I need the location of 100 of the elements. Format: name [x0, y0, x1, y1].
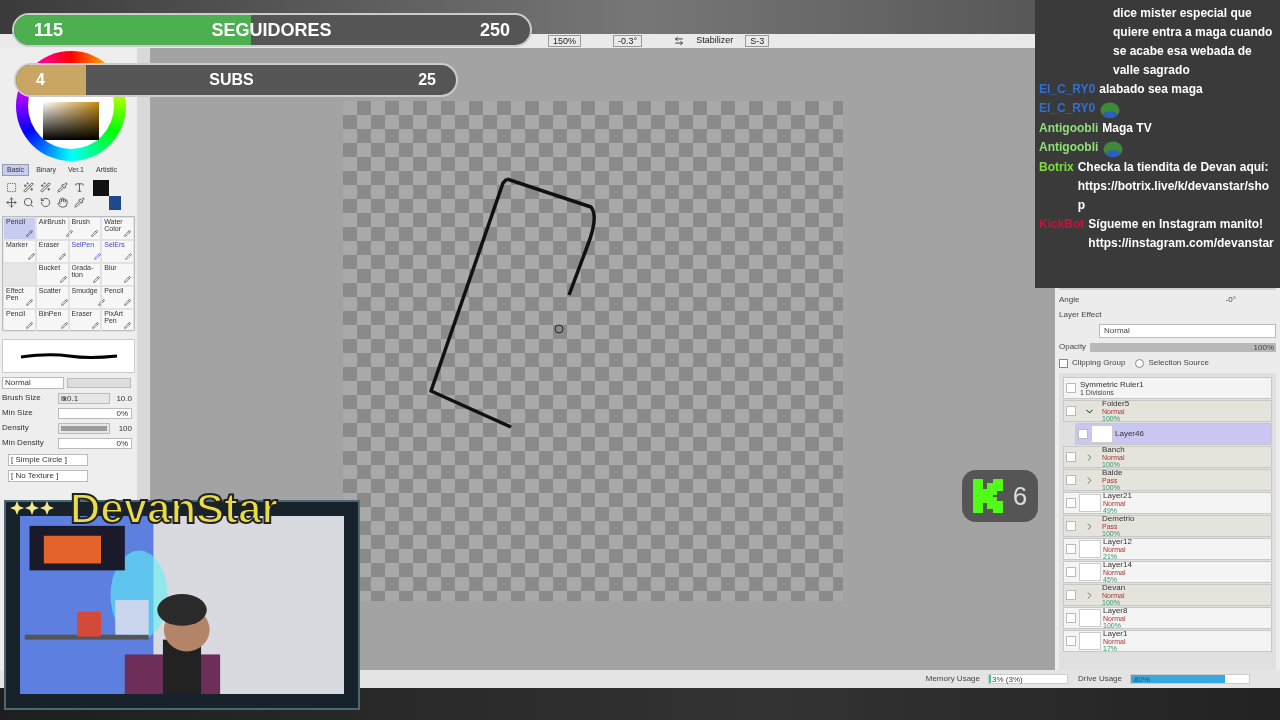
layer-name: Layer8 [1103, 607, 1128, 615]
layer-name: Layer21 [1103, 492, 1132, 500]
layer-name: Layer46 [1115, 430, 1144, 438]
rotate-icon[interactable] [40, 197, 51, 208]
flip-icon[interactable] [674, 36, 685, 46]
pencil-icon [25, 322, 33, 329]
text-icon[interactable] [74, 182, 85, 193]
visibility-toggle[interactable] [1066, 567, 1076, 577]
chat-username: El_C_RY0 [1039, 81, 1096, 98]
layer-name: Banch [1102, 446, 1125, 454]
layer-name: Layer1 [1103, 630, 1128, 638]
select-icon[interactable] [6, 182, 17, 193]
chat-username: Botrix [1039, 159, 1074, 176]
pencil-icon [124, 322, 131, 329]
frog-emote-icon [1099, 100, 1122, 119]
layer-name: Symmetric Ruler1 [1080, 380, 1144, 389]
pencil-icon [59, 253, 67, 260]
angle-value[interactable]: -0.3° [613, 35, 643, 47]
pencil-icon [60, 276, 68, 283]
pencil-icon [60, 299, 68, 306]
layer-mode-select[interactable]: Normal [1099, 324, 1276, 338]
brush-texture-select[interactable]: [ No Texture ] [8, 470, 88, 482]
layer-thumbnail [1079, 540, 1101, 558]
pencil-icon [27, 253, 35, 260]
memory-value: 3% (3%) [992, 675, 1023, 684]
angle-value: -0° [1225, 294, 1236, 306]
pencil-icon [92, 322, 100, 329]
visibility-toggle[interactable] [1066, 544, 1076, 554]
eyedropper-icon[interactable] [57, 182, 68, 193]
visibility-toggle[interactable] [1078, 429, 1088, 439]
goal-current: 115 [34, 18, 64, 42]
clipping-group-label: Clipping Group [1072, 357, 1126, 369]
angle-label: Angle [1059, 294, 1080, 306]
drive-label: Drive Usage [1078, 673, 1122, 685]
layer-row[interactable]: Layer46 [1075, 423, 1272, 445]
pencil-icon [91, 230, 99, 237]
secondary-color-swatch[interactable] [109, 196, 121, 210]
eyedropper-icon[interactable] [74, 197, 85, 208]
brush-cursor-icon [552, 323, 565, 335]
visibility-toggle[interactable] [1066, 590, 1076, 600]
clipping-group-checkbox[interactable] [1059, 358, 1068, 368]
viewer-count: 6 [1012, 479, 1028, 513]
stabilizer-select[interactable]: S-3 [745, 35, 770, 47]
setting-field[interactable]: 0% [58, 407, 132, 419]
pencil-icon [124, 276, 131, 283]
selection-source-radio[interactable] [1135, 358, 1145, 368]
chat-username: KickBot [1039, 216, 1085, 233]
slider-value: 100 [117, 423, 132, 433]
pencil-icon [65, 230, 73, 237]
zoom-value[interactable]: 150% [548, 35, 582, 47]
canvas[interactable] [342, 101, 843, 601]
move-icon[interactable] [6, 197, 17, 208]
layer-thumbnail [1091, 425, 1113, 443]
opacity-slider[interactable]: 100% [1090, 342, 1276, 352]
sparkle-icon [10, 501, 54, 515]
setting-label: Min Density [2, 437, 45, 449]
goal-target: 25 [418, 70, 436, 90]
visibility-toggle[interactable] [1066, 613, 1076, 623]
primary-color-swatch[interactable] [93, 180, 109, 196]
layer-name: Balde [1102, 469, 1123, 477]
visibility-toggle[interactable] [1066, 521, 1076, 531]
magic-wand-icon[interactable] [23, 182, 34, 193]
chat-username: Antigoobli [1039, 139, 1099, 156]
blend-mode-select[interactable]: Normal [2, 377, 64, 389]
search-icon[interactable] [23, 197, 34, 208]
color-square[interactable] [43, 102, 99, 140]
brush-shape-select[interactable]: [ Simple Circle ] [8, 454, 88, 466]
visibility-toggle[interactable] [1066, 636, 1076, 646]
drive-value: 80% [1134, 675, 1150, 684]
layer-name: Devan [1102, 584, 1126, 592]
chat-message: alabado sea maga [1099, 81, 1203, 98]
visibility-toggle[interactable] [1066, 406, 1076, 416]
chat-username: El_C_RY0 [1039, 100, 1096, 117]
layer-name: Layer12 [1103, 538, 1132, 546]
visibility-toggle[interactable] [1066, 383, 1076, 393]
visibility-toggle[interactable] [1066, 475, 1076, 485]
layer-effect-toggle[interactable]: Layer Effect [1059, 309, 1102, 321]
tip-shape-selector[interactable] [67, 378, 131, 388]
setting-field[interactable]: 0% [58, 437, 132, 449]
visibility-toggle[interactable] [1066, 452, 1076, 462]
setting-label: Density [2, 422, 30, 434]
opacity-label: Opacity [1059, 341, 1087, 353]
pencil-icon [61, 322, 69, 329]
chat-username: Antigoobli [1039, 120, 1099, 137]
pencil-icon [124, 253, 132, 260]
magic-wand-icon[interactable] [40, 182, 51, 193]
setting-label: Min Size [2, 407, 34, 419]
opacity-value: 100% [1253, 342, 1274, 352]
visibility-toggle[interactable] [1066, 498, 1076, 508]
layer-name: Folder5 [1102, 400, 1130, 408]
layer-name: Demetrio [1102, 515, 1135, 523]
goal-target: 250 [479, 18, 510, 42]
goal-label: SEGUIDORES [211, 18, 332, 42]
hand-icon[interactable] [57, 197, 68, 208]
pencil-icon [97, 299, 105, 306]
selection-source-label: Selection Source [1148, 357, 1209, 369]
chat-message: Checka la tiendita de Devan aquí: https://botrix.live/k/devanstar/shop [1077, 159, 1271, 214]
goal-current: 4 [36, 70, 45, 90]
memory-label: Memory Usage [925, 673, 980, 685]
pencil-icon [124, 230, 131, 237]
